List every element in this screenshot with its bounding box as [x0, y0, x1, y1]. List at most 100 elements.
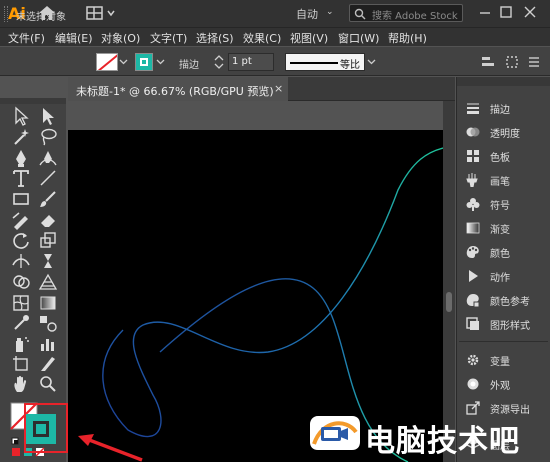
direct-selection-tool-icon[interactable] — [38, 106, 58, 126]
panel-color-guide[interactable]: 颜色参考 — [457, 288, 550, 312]
close-icon[interactable] — [522, 4, 538, 20]
shape-builder-tool-icon[interactable] — [11, 272, 31, 292]
rectangle-tool-icon[interactable] — [11, 189, 31, 209]
eyedropper-tool-icon[interactable] — [11, 313, 31, 333]
selection-tool-icon[interactable] — [11, 106, 31, 126]
pen-tool-icon[interactable] — [11, 148, 31, 168]
curve-path-2 — [102, 147, 443, 438]
fill-color-swatch[interactable] — [96, 53, 118, 71]
stroke-label[interactable]: 描边 — [179, 56, 199, 71]
stroke-width-stepper[interactable] — [212, 53, 226, 71]
chevron-down-icon[interactable]: ⌄ — [326, 7, 334, 17]
menu-object[interactable]: 对象(O) — [101, 30, 140, 46]
menu-bar: 文件(F) 编辑(E) 对象(O) 文字(T) 选择(S) 效果(C) 视图(V… — [0, 27, 550, 46]
menu-edit[interactable]: 编辑(E) — [55, 30, 93, 46]
panel-stroke[interactable]: 描边 — [457, 96, 550, 120]
menu-type[interactable]: 文字(T) — [150, 30, 187, 46]
panel-stroke-label: 描边 — [490, 105, 510, 116]
panel-color[interactable]: 颜色 — [457, 240, 550, 264]
annotation-arrow-icon — [78, 434, 143, 462]
brush-icon — [466, 173, 478, 187]
line-segment-tool-icon[interactable] — [38, 168, 58, 188]
document-tab-label: 未标题-1* @ 66.67% (RGB/GPU 预览) — [76, 85, 274, 98]
menu-file[interactable]: 文件(F) — [8, 30, 45, 46]
shaper-tool-icon[interactable] — [11, 210, 31, 230]
maximize-icon[interactable] — [498, 4, 514, 20]
eraser-tool-icon[interactable] — [38, 210, 58, 230]
paintbrush-tool-icon[interactable] — [38, 189, 58, 209]
panel-variables-label: 变量 — [490, 357, 510, 368]
menu-help[interactable]: 帮助(H) — [388, 30, 427, 46]
hand-tool-icon[interactable] — [11, 374, 31, 394]
gear-icon — [467, 354, 479, 366]
rotate-tool-icon[interactable] — [11, 230, 31, 250]
stock-search-placeholder: 搜索 Adobe Stock — [372, 11, 458, 22]
slice-tool-icon[interactable] — [38, 354, 58, 374]
stock-search-input[interactable]: 搜索 Adobe Stock — [349, 4, 463, 22]
mesh-tool-icon[interactable] — [11, 293, 31, 313]
stroke-profile-preview — [290, 62, 338, 64]
column-graph-tool-icon[interactable] — [38, 334, 58, 354]
tools-panel-header[interactable] — [0, 98, 66, 104]
menu-select[interactable]: 选择(S) — [196, 30, 234, 46]
panel-symbols[interactable]: 符号 — [457, 192, 550, 216]
annotation-highlight-box — [24, 403, 68, 453]
panel-asset-export-label: 资源导出 — [490, 405, 530, 416]
menu-window[interactable]: 窗口(W) — [338, 30, 379, 46]
artboard[interactable] — [68, 130, 443, 462]
profile-chevron-down-icon[interactable] — [367, 57, 376, 66]
curvature-tool-icon[interactable] — [38, 148, 58, 168]
stroke-profile-select[interactable]: 等比 — [285, 53, 365, 71]
vertical-scrollbar[interactable] — [443, 101, 455, 462]
search-icon — [354, 8, 366, 20]
panel-brushes-label: 画笔 — [490, 177, 510, 188]
artboard-tool-icon[interactable] — [11, 354, 31, 374]
workspace-switcher[interactable]: 自动 — [296, 6, 318, 22]
symbol-sprayer-tool-icon[interactable] — [11, 334, 31, 354]
stroke-profile-label: 等比 — [340, 60, 360, 71]
gradient-icon — [466, 222, 480, 234]
panel-appearance[interactable]: 外观 — [457, 372, 550, 396]
stroke-chevron-down-icon[interactable] — [156, 57, 165, 66]
align-icon[interactable] — [480, 54, 496, 70]
minimize-icon[interactable] — [477, 5, 493, 21]
panel-transparency-label: 透明度 — [490, 129, 520, 140]
panel-graphic-styles[interactable]: 图形样式 — [457, 312, 550, 336]
puppet-warp-tool-icon[interactable] — [38, 251, 58, 271]
menu-view[interactable]: 视图(V) — [290, 30, 328, 46]
panel-menu-icon[interactable] — [526, 54, 542, 70]
transform-icon[interactable] — [504, 54, 520, 70]
panel-gradient[interactable]: 渐变 — [457, 216, 550, 240]
panel-dock-header[interactable] — [457, 77, 550, 86]
panel-gradient-label: 渐变 — [490, 225, 510, 236]
application-title-bar — [0, 0, 550, 27]
watermark-logo — [310, 416, 360, 450]
panel-brushes[interactable]: 画笔 — [457, 168, 550, 192]
document-tab-close-icon[interactable]: × — [274, 82, 283, 95]
stroke-swatch-icon — [136, 54, 152, 70]
panel-variables[interactable]: 变量 — [457, 348, 550, 372]
gradient-tool-icon[interactable] — [38, 293, 58, 313]
lasso-tool-icon[interactable] — [38, 127, 58, 147]
scale-tool-icon[interactable] — [38, 230, 58, 250]
menu-effect[interactable]: 效果(C) — [243, 30, 281, 46]
stroke-color-swatch[interactable] — [135, 53, 153, 71]
control-bar-grip[interactable] — [4, 6, 8, 22]
panel-transparency[interactable]: 透明度 — [457, 120, 550, 144]
perspective-grid-tool-icon[interactable] — [38, 272, 58, 292]
transparency-icon — [466, 127, 480, 137]
width-tool-icon[interactable] — [11, 251, 31, 271]
color-guide-icon — [466, 294, 480, 307]
control-bar — [0, 47, 550, 76]
blend-tool-icon[interactable] — [38, 313, 58, 333]
magic-wand-tool-icon[interactable] — [11, 127, 31, 147]
panel-actions[interactable]: 动作 — [457, 264, 550, 288]
zoom-tool-icon[interactable] — [38, 374, 58, 394]
type-tool-icon[interactable] — [11, 168, 31, 188]
scrollbar-thumb[interactable] — [446, 292, 452, 312]
fill-chevron-down-icon[interactable] — [119, 57, 128, 66]
stroke-width-input[interactable]: 1 pt — [228, 53, 274, 71]
panel-swatches[interactable]: 色板 — [457, 144, 550, 168]
no-fill-icon — [97, 54, 117, 70]
layout-switcher-icon[interactable] — [86, 6, 118, 20]
